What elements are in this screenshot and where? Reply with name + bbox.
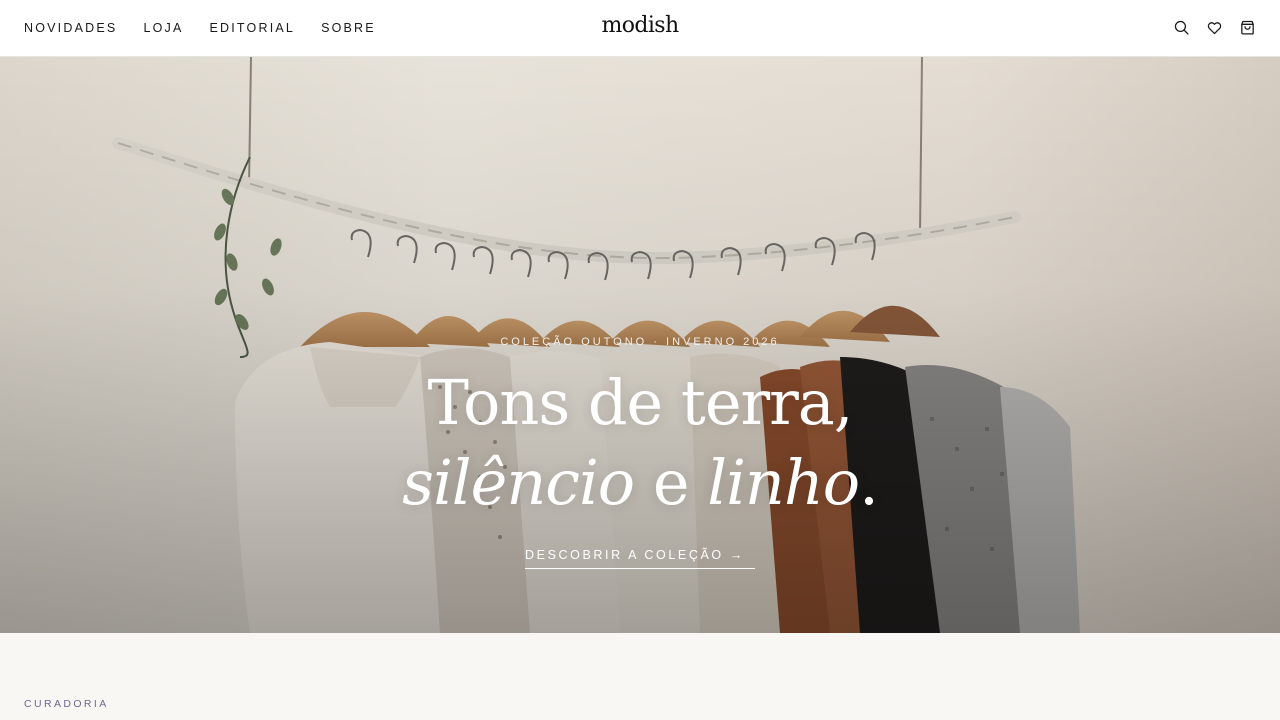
section-label-curadoria: CURADORIA — [24, 698, 109, 710]
shopping-bag-icon[interactable] — [1239, 19, 1256, 36]
collection-eyebrow: COLEÇÃO OUTONO · INVERNO 2026 — [500, 336, 780, 348]
headline-mid: e — [634, 446, 708, 519]
search-icon[interactable] — [1173, 19, 1190, 36]
hero-banner: COLEÇÃO OUTONO · INVERNO 2026 Tons de te… — [0, 57, 1280, 633]
headline-line1: Tons de terra, — [427, 366, 854, 439]
hero-headline: Tons de terra, silêncio e linho. — [0, 363, 1280, 523]
headline-italic-linho: linho — [707, 446, 860, 519]
site-header: NOVIDADES LOJA EDITORIAL SOBRE modish — [0, 0, 1280, 57]
header-actions — [1157, 19, 1256, 36]
brand-logo[interactable]: modish — [0, 13, 1280, 38]
heart-icon[interactable] — [1206, 19, 1223, 36]
headline-italic-silencio: silêncio — [402, 446, 635, 519]
headline-end: . — [859, 446, 879, 519]
discover-collection-link[interactable]: DESCOBRIR A COLEÇÃO → — [525, 548, 755, 569]
